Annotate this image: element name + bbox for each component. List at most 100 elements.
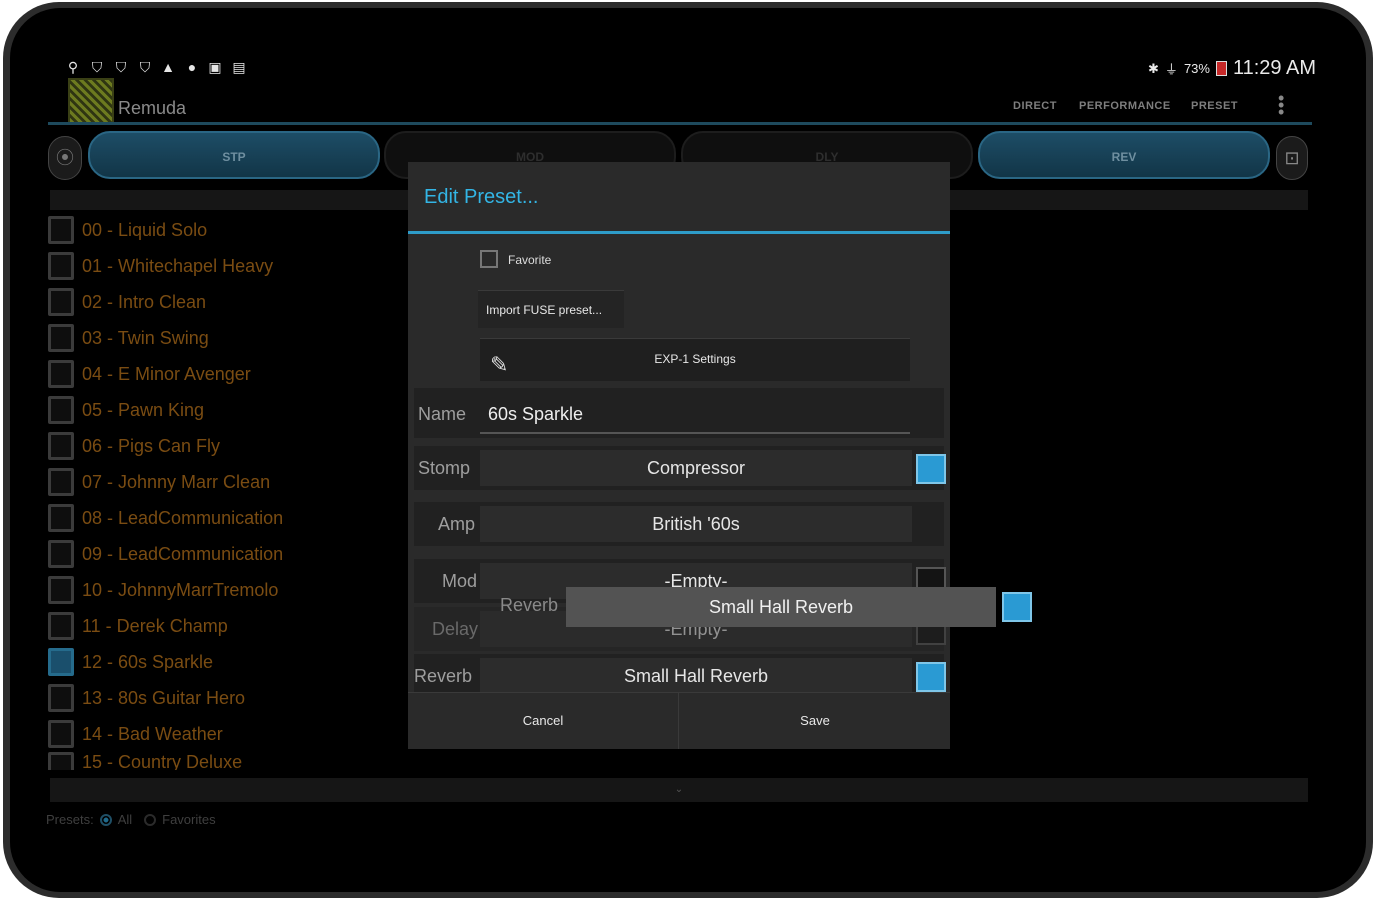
filter-label: Presets: xyxy=(46,812,94,827)
exp1-settings-label: EXP-1 Settings xyxy=(654,352,736,366)
preset-label: 07 - Johnny Marr Clean xyxy=(82,471,271,492)
location-icon: ● xyxy=(187,59,197,75)
preset-checkbox[interactable] xyxy=(48,288,74,316)
reverb-select[interactable]: Small Hall Reverb xyxy=(480,658,912,694)
preset-list-item[interactable]: 00 - Liquid Solo xyxy=(48,212,207,248)
preset-checkbox[interactable] xyxy=(48,540,74,568)
pedal-icon: ✎ xyxy=(490,352,509,377)
preset-label: 02 - Intro Clean xyxy=(82,291,207,312)
preset-list-item[interactable]: 09 - LeadCommunication xyxy=(48,536,283,572)
effect-stp-button[interactable]: STP xyxy=(88,131,380,179)
preset-checkbox[interactable] xyxy=(48,468,74,496)
menu-performance[interactable]: PERFORMANCE xyxy=(1079,100,1171,112)
dragged-reverb-select[interactable]: Small Hall Reverb xyxy=(566,587,996,627)
delay-label: Delay xyxy=(432,619,479,639)
preset-label: 04 - E Minor Avenger xyxy=(82,363,251,384)
preset-list-item[interactable]: 13 - 80s Guitar Hero xyxy=(48,680,245,716)
edit-preset-dialog: Edit Preset... Favorite Import FUSE pres… xyxy=(408,162,950,749)
stomp-label: Stomp xyxy=(418,458,471,478)
preset-checkbox[interactable] xyxy=(48,324,74,352)
dialog-footer: Cancel Save xyxy=(408,692,950,749)
app-title: Remuda xyxy=(118,98,187,118)
cancel-button[interactable]: Cancel xyxy=(408,693,678,749)
dragged-reverb-label: Reverb xyxy=(500,595,559,615)
preset-label: 15 - Country Deluxe xyxy=(82,752,243,770)
preset-list-item[interactable]: 02 - Intro Clean xyxy=(48,284,206,320)
preset-list-item[interactable]: 04 - E Minor Avenger xyxy=(48,356,251,392)
preset-filter: Presets: All Favorites xyxy=(46,812,216,827)
preset-list-item[interactable]: 15 - Country Deluxe xyxy=(48,752,242,770)
filter-favorites-label[interactable]: Favorites xyxy=(162,812,215,827)
preset-checkbox[interactable] xyxy=(48,252,74,280)
dragged-reverb-row[interactable]: Reverb Small Hall Reverb xyxy=(500,587,1033,627)
camera-icon: ▣ xyxy=(208,59,222,75)
preset-list-item[interactable]: 10 - JohnnyMarrTremolo xyxy=(48,572,278,608)
dialog-title: Edit Preset... xyxy=(424,186,539,208)
amp-row: Amp British '60s xyxy=(414,502,944,546)
preset-list-item[interactable]: 08 - LeadCommunication xyxy=(48,500,283,536)
favorite-label[interactable]: Favorite xyxy=(508,253,551,267)
preset-list-item[interactable]: 07 - Johnny Marr Clean xyxy=(48,464,270,500)
preset-checkbox[interactable] xyxy=(48,648,74,676)
preset-checkbox[interactable] xyxy=(48,684,74,712)
preset-label: 08 - LeadCommunication xyxy=(82,507,284,528)
filter-all-label[interactable]: All xyxy=(118,812,132,827)
preset-label: 01 - Whitechapel Heavy xyxy=(82,255,274,276)
preset-list-item[interactable]: 14 - Bad Weather xyxy=(48,716,223,752)
import-fuse-button[interactable]: Import FUSE preset... xyxy=(478,290,624,328)
preset-list-item[interactable]: 03 - Twin Swing xyxy=(48,320,209,356)
filter-all-radio[interactable] xyxy=(99,813,112,826)
dragged-reverb-checkbox[interactable] xyxy=(1002,592,1032,622)
battery-icon xyxy=(1215,61,1227,76)
preset-checkbox[interactable] xyxy=(48,576,74,604)
preset-checkbox[interactable] xyxy=(48,396,74,424)
preset-label: 14 - Bad Weather xyxy=(82,723,223,744)
preset-checkbox[interactable] xyxy=(48,432,74,460)
save-button[interactable]: Save xyxy=(680,693,950,749)
favorite-checkbox[interactable] xyxy=(480,250,498,268)
footer-divider xyxy=(678,693,679,749)
preset-checkbox[interactable] xyxy=(48,612,74,640)
preset-checkbox[interactable] xyxy=(48,720,74,748)
exp1-settings-button[interactable]: ✎ EXP-1 Settings xyxy=(480,338,910,381)
preset-list-item[interactable]: 06 - Pigs Can Fly xyxy=(48,428,220,464)
list-resize-handle[interactable]: ⌄ xyxy=(50,778,1308,802)
clock: 11:29 AM xyxy=(1232,57,1316,79)
status-right: ✱ ⏚ 73% 11:29 AM xyxy=(1148,57,1316,80)
stomp-enabled-checkbox[interactable] xyxy=(916,454,946,484)
photo-icon: ▤ xyxy=(232,59,246,75)
overflow-menu-icon[interactable]: • • • xyxy=(1278,89,1284,121)
preset-list-item[interactable]: 01 - Whitechapel Heavy xyxy=(48,248,273,284)
preset-label: 03 - Twin Swing xyxy=(82,327,209,348)
reverb-enabled-checkbox[interactable] xyxy=(916,662,946,692)
effect-rev-button[interactable]: REV xyxy=(978,131,1270,179)
preset-list-item[interactable]: 12 - 60s Sparkle xyxy=(48,644,213,680)
amp-label: Amp xyxy=(438,514,476,534)
preset-checkbox[interactable] xyxy=(48,360,74,388)
preset-checkbox[interactable] xyxy=(48,752,74,770)
preset-label: 06 - Pigs Can Fly xyxy=(82,435,221,456)
preset-label: 12 - 60s Sparkle xyxy=(82,651,214,672)
preset-checkbox[interactable] xyxy=(48,216,74,244)
reverb-label: Reverb xyxy=(414,666,473,686)
preset-label: 05 - Pawn King xyxy=(82,399,205,420)
preset-label: 10 - JohnnyMarrTremolo xyxy=(82,579,279,600)
shield-icon: ⛉ xyxy=(91,59,103,75)
shield-icon: ⛉ xyxy=(139,59,151,75)
shield-icon: ⛉ xyxy=(115,59,127,75)
app-logo[interactable] xyxy=(68,78,114,124)
tuner-icon[interactable]: ⦿ xyxy=(48,136,82,180)
lock-icon[interactable]: ⊡ xyxy=(1276,136,1308,180)
mod-label: Mod xyxy=(442,571,478,591)
menu-preset[interactable]: PRESET xyxy=(1191,100,1238,112)
preset-label: 00 - Liquid Solo xyxy=(82,219,208,240)
preset-list-item[interactable]: 11 - Derek Champ xyxy=(48,608,228,644)
menu-direct[interactable]: DIRECT xyxy=(1013,100,1057,112)
filter-favorites-radio[interactable] xyxy=(144,813,157,826)
amp-select[interactable]: British '60s xyxy=(480,506,912,542)
preset-checkbox[interactable] xyxy=(48,504,74,532)
preset-list-item[interactable]: 05 - Pawn King xyxy=(48,392,204,428)
name-input[interactable]: 60s Sparkle xyxy=(480,394,910,434)
stomp-select[interactable]: Compressor xyxy=(480,450,912,486)
preset-label: 13 - 80s Guitar Hero xyxy=(82,687,246,708)
